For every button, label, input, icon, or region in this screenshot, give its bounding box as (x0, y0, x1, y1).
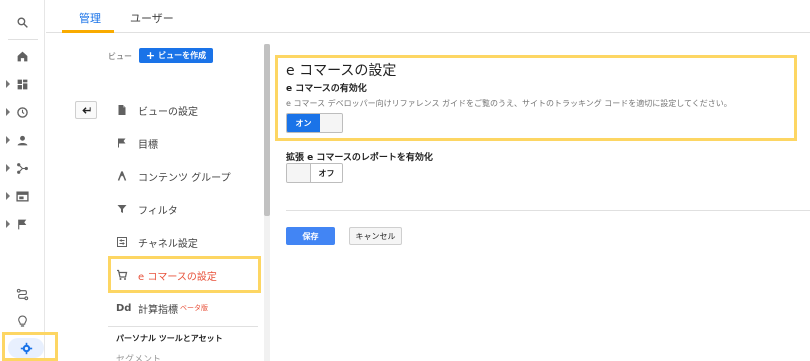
attribution-button[interactable] (0, 282, 45, 306)
realtime-button[interactable] (0, 100, 45, 124)
cart-icon (117, 269, 128, 280)
home-button[interactable] (0, 44, 45, 68)
filter-icon (117, 205, 127, 213)
conversions-button[interactable] (0, 212, 45, 236)
section-title: パーソナル ツールとアセット (116, 334, 223, 343)
person-icon (17, 135, 28, 145)
tab-users[interactable]: ユーザー (130, 10, 174, 26)
admin-highlight (2, 332, 58, 361)
flag-icon (18, 219, 27, 229)
route-icon (16, 288, 29, 300)
active-tab-indicator (62, 30, 114, 33)
search-icon (17, 16, 28, 28)
section-divider (108, 326, 258, 327)
home-icon (17, 51, 28, 61)
toggle-off-label: オフ (311, 164, 342, 182)
toggle-knob (287, 164, 311, 182)
acquisition-button[interactable] (0, 156, 45, 180)
search-button[interactable] (0, 10, 45, 34)
ecommerce-description: e コマース デベロッパー向けリファレンス ガイドをご覧のうえ、サイトのトラッキ… (286, 99, 732, 108)
sliders-icon (117, 237, 127, 247)
menu-item-channel-settings[interactable]: チャネル設定 (112, 228, 262, 256)
document-icon (118, 105, 126, 115)
enable-ecommerce-toggle[interactable]: オン (286, 113, 343, 133)
enhanced-ecommerce-toggle[interactable]: オフ (286, 163, 343, 183)
clock-icon (17, 106, 28, 118)
audience-button[interactable] (0, 128, 45, 152)
tab-admin[interactable]: 管理 (79, 10, 101, 26)
create-view-label: ビューを作成 (158, 51, 207, 60)
admin-tab-bar: 管理 ユーザー (46, 0, 810, 33)
create-view-button[interactable]: + ビューを作成 (139, 48, 213, 63)
menu-item-label: ビューの設定 (138, 106, 198, 118)
enable-ecommerce-label: e コマースの有効化 (286, 84, 367, 94)
menu-item-content-grouping[interactable]: コンテンツ グループ (112, 162, 262, 190)
arrow-left-icon (81, 106, 91, 114)
beta-badge: ベータ版 (180, 304, 208, 312)
menu-item-view-settings[interactable]: ビューの設定 (112, 96, 262, 124)
gear-icon (20, 342, 32, 354)
menu-item-label: e コマースの設定 (138, 271, 217, 283)
nav-rail (0, 0, 45, 361)
menu-item-filters[interactable]: フィルタ (112, 195, 262, 223)
menu-item-calculated-metrics[interactable]: Dd 計算指標 ベータ版 (112, 294, 262, 322)
browser-window-icon (16, 190, 29, 202)
menu-item-label: 計算指標 (138, 304, 178, 316)
menu-item-label: フィルタ (138, 205, 178, 217)
calculated-metrics-icon: Dd (116, 302, 132, 314)
enhanced-ecommerce-label: 拡張 e コマースのレポートを有効化 (286, 153, 433, 163)
back-button[interactable] (75, 101, 97, 119)
toggle-knob (320, 114, 342, 132)
menu-item-ecommerce-settings[interactable]: e コマースの設定 (112, 261, 262, 289)
save-button[interactable]: 保存 (286, 227, 335, 245)
admin-button[interactable] (8, 338, 44, 358)
plus-icon: + (145, 49, 156, 62)
customization-button[interactable] (0, 72, 45, 96)
menu-item-goals[interactable]: 目標 (112, 129, 262, 157)
scrollbar-thumb[interactable] (264, 44, 270, 216)
menu-item-label: コンテンツ グループ (138, 172, 231, 184)
menu-item-segments[interactable]: セグメント (116, 352, 161, 361)
menu-item-label: 目標 (138, 139, 158, 151)
toggle-on-label: オン (287, 114, 320, 132)
cancel-button[interactable]: キャンセル (349, 227, 402, 245)
flag-icon (118, 138, 126, 148)
view-label: ビュー (108, 52, 132, 61)
discover-button[interactable] (0, 309, 45, 333)
acquisition-icon (17, 162, 28, 174)
dashboard-icon (17, 79, 28, 89)
behavior-button[interactable] (0, 184, 45, 208)
lightbulb-icon (18, 315, 27, 327)
person-walk-icon (117, 171, 127, 181)
rail-divider (8, 39, 38, 40)
menu-item-label: チャネル設定 (138, 238, 198, 250)
panel-divider (286, 210, 810, 211)
page-title: e コマースの設定 (286, 63, 397, 79)
